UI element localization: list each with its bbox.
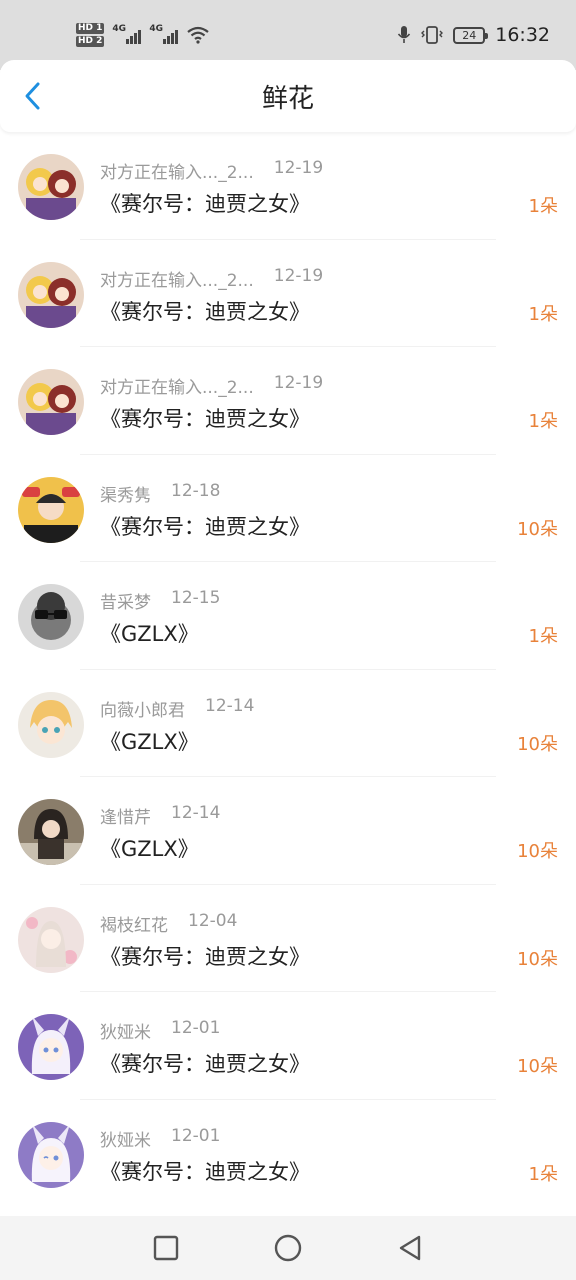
book-title: 《GZLX》 [100,622,199,646]
item-date: 12-19 [273,265,324,286]
item-date: 12-15 [171,588,221,608]
flower-count: 10朵 [517,518,558,540]
item-meta: 向薇小郎君 12-14 [100,696,254,721]
item-meta: 褐枝红花 12-04 [100,911,237,936]
sender-name: 对方正在输入..._2... [100,163,254,183]
page-title: 鲜花 [261,83,314,114]
book-title: 《赛尔号：迪贾之女》 [100,299,310,324]
system-nav-bar [0,1216,576,1280]
list-item[interactable]: 狄娅米 12-01 《赛尔号：迪贾之女》 1朵 [0,1100,576,1208]
battery-icon: 24 [453,26,489,44]
sender-name: 昔采梦 [100,593,151,613]
signal1-icon: 4G [112,24,142,44]
sender-name: 向薇小郎君 [100,700,185,721]
list-item[interactable]: 对方正在输入..._2... 12-19 《赛尔号：迪贾之女》 1朵 [0,132,576,240]
book-title: 《GZLX》 [100,837,199,861]
flower-list: 对方正在输入..._2... 12-19 《赛尔号：迪贾之女》 1朵 对方正在输… [0,132,576,1207]
hd1-badge: HD 1 [76,23,105,34]
home-button[interactable] [273,1233,303,1263]
list-item[interactable]: 对方正在输入..._2... 12-19 《赛尔号：迪贾之女》 1朵 [0,240,576,347]
microphone-icon [398,26,411,43]
book-title: 《赛尔号：迪贾之女》 [100,1159,310,1184]
list-item[interactable]: 渠秀隽 12-18 《赛尔号：迪贾之女》 10朵 [0,455,576,562]
status-right: 24 16:32 [397,24,550,46]
flower-count: 10朵 [517,841,558,862]
list-item[interactable]: 逢惜芹 12-14 《GZLX》 10朵 [0,777,576,885]
avatar[interactable] [18,1121,84,1188]
list-item[interactable]: 狄娅米 12-01 《赛尔号：迪贾之女》 10朵 [0,992,576,1100]
sender-name: 对方正在输入..._2... [100,270,254,291]
sender-name: 狄娅米 [100,1023,151,1043]
flower-count: 10朵 [517,1056,558,1077]
sender-name: 狄娅米 [100,1130,151,1151]
avatar[interactable] [18,584,84,650]
book-title: 《赛尔号：迪贾之女》 [100,514,310,539]
sender-name: 对方正在输入..._2... [100,378,254,398]
clock: 16:32 [495,24,550,46]
flower-count: 10朵 [517,948,558,970]
recent-apps-button[interactable] [151,1233,181,1263]
list-item[interactable]: 向薇小郎君 12-14 《GZLX》 10朵 [0,670,576,777]
avatar[interactable] [18,906,84,973]
flower-count: 1朵 [528,626,558,647]
item-date: 12-04 [188,910,238,931]
book-title: 《赛尔号：迪贾之女》 [100,192,310,216]
item-date: 12-18 [171,480,221,501]
item-date: 12-01 [171,1018,221,1038]
vibrate-icon [421,26,444,44]
list-item[interactable]: 昔采梦 12-15 《GZLX》 1朵 [0,562,576,670]
item-meta: 逢惜芹 12-14 [100,803,220,828]
wifi-icon [187,26,210,44]
avatar[interactable] [18,476,84,543]
back-nav-button[interactable] [395,1233,425,1263]
hd2-badge: HD 2 [76,36,105,47]
item-meta: 对方正在输入..._2... 12-19 [100,373,323,398]
avatar[interactable] [18,369,84,435]
item-meta: 昔采梦 12-15 [100,588,220,613]
status-left: HD 1 HD 2 4G 4G [76,23,210,47]
sender-name: 褐枝红花 [100,915,168,936]
book-title: 《赛尔号：迪贾之女》 [100,944,310,969]
book-title: 《赛尔号：迪贾之女》 [100,1052,310,1076]
avatar[interactable] [18,799,84,865]
header-bar: 鲜花 [0,60,576,132]
square-icon [153,1235,179,1261]
flower-count: 1朵 [528,411,558,432]
item-date: 12-14 [171,803,221,823]
net1-label: 4G [112,24,127,34]
triangle-back-icon [399,1235,421,1261]
avatar[interactable] [18,691,84,758]
item-date: 12-19 [273,373,324,393]
chevron-left-icon [25,82,40,110]
flower-count: 1朵 [528,196,558,217]
item-date: 12-19 [273,158,324,178]
item-meta: 对方正在输入..._2... 12-19 [100,266,323,291]
flower-count: 10朵 [517,733,558,755]
item-meta: 狄娅米 12-01 [100,1018,220,1043]
list-item[interactable]: 对方正在输入..._2... 12-19 《赛尔号：迪贾之女》 1朵 [0,347,576,455]
sim-indicators: HD 1 HD 2 [76,23,105,47]
signal2-icon: 4G [149,24,179,44]
sender-name: 逢惜芹 [100,808,151,828]
flower-count: 1朵 [528,1163,558,1185]
net2-label: 4G [149,24,164,34]
back-button[interactable] [16,78,48,114]
item-meta: 狄娅米 12-01 [100,1126,220,1151]
flower-count: 1朵 [528,303,558,325]
avatar[interactable] [18,154,84,220]
item-date: 12-01 [171,1125,221,1146]
avatar[interactable] [18,1014,84,1080]
item-date: 12-14 [205,695,255,716]
list-item[interactable]: 褐枝红花 12-04 《赛尔号：迪贾之女》 10朵 [0,885,576,992]
book-title: 《GZLX》 [100,729,199,754]
book-title: 《赛尔号：迪贾之女》 [100,407,310,431]
sender-name: 渠秀隽 [100,485,151,506]
circle-icon [274,1234,302,1262]
avatar[interactable] [18,261,84,328]
item-meta: 渠秀隽 12-18 [100,481,220,506]
item-meta: 对方正在输入..._2... 12-19 [100,158,323,183]
